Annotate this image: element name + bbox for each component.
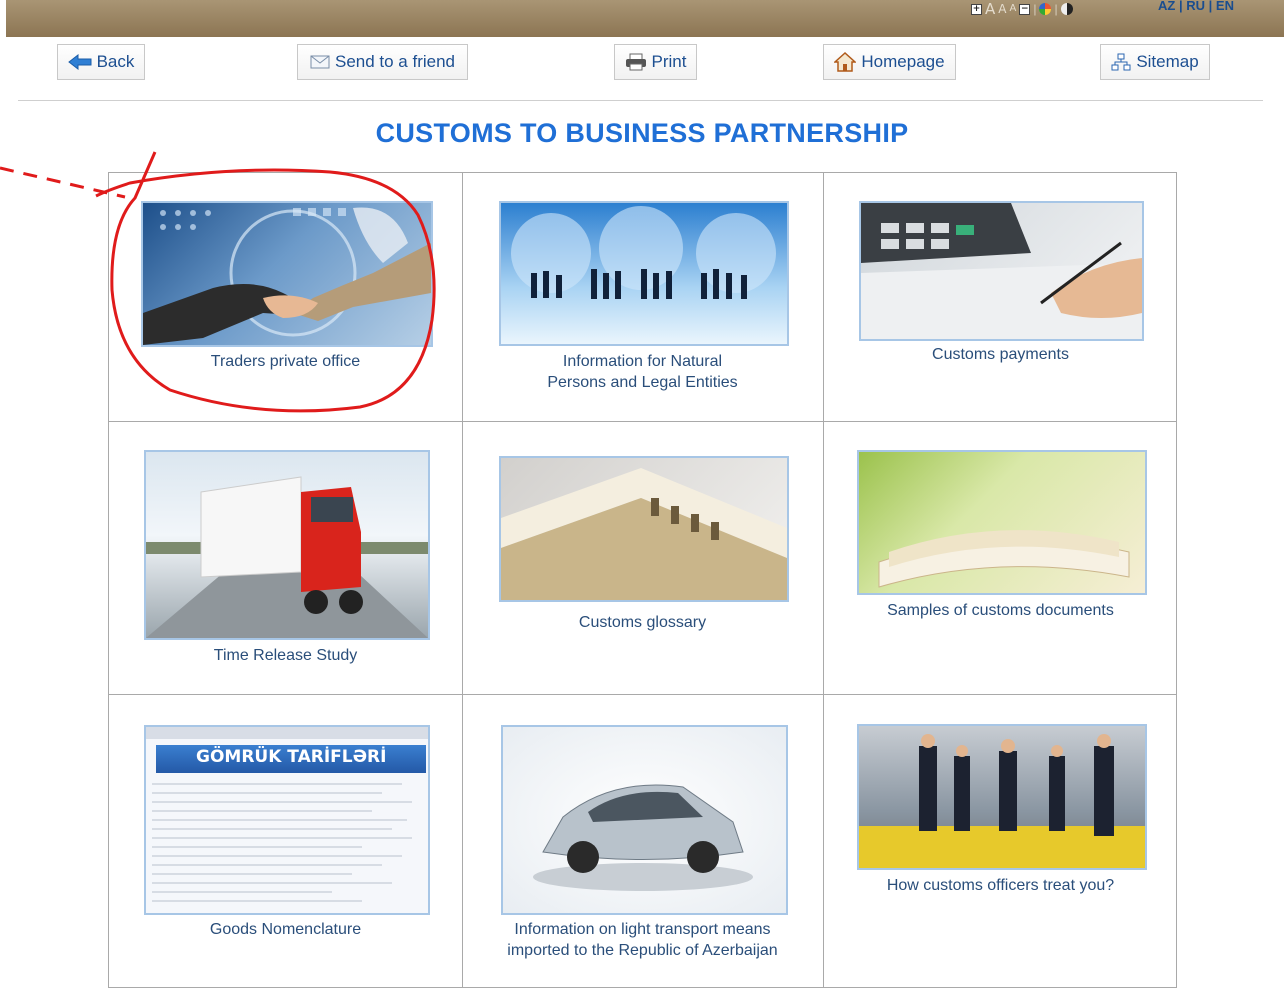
- language-ru[interactable]: RU: [1186, 0, 1205, 13]
- sitemap-icon: [1111, 53, 1131, 71]
- language-az[interactable]: AZ: [1158, 0, 1175, 13]
- send-to-friend-label: Send to a friend: [334, 52, 456, 71]
- print-button[interactable]: Print: [614, 44, 697, 80]
- send-to-friend-button[interactable]: Send to a friend: [297, 44, 468, 80]
- officers-image[interactable]: [857, 724, 1147, 870]
- print-label: Print: [651, 52, 687, 71]
- caption-line: imported to the Republic of Azerbaijan: [507, 942, 778, 959]
- arrow-left-icon: [67, 54, 92, 70]
- grid-divider: [462, 173, 463, 987]
- language-separator: |: [1178, 0, 1183, 13]
- caption-line: Information for Natural: [562, 353, 723, 370]
- gomruk-tarifleri-heading: GÖMRÜK TARİFLƏRİ: [196, 747, 387, 767]
- tile-caption: Customs glossary: [578, 614, 707, 631]
- service-grid: Traders private office Information for N…: [108, 172, 1177, 988]
- tile-caption: Samples of customs documents: [887, 602, 1114, 619]
- caption-line: Persons and Legal Entities: [547, 374, 738, 391]
- zoom-out-icon[interactable]: −: [1019, 3, 1031, 15]
- tile-caption: Customs payments: [932, 346, 1069, 363]
- book-image[interactable]: [499, 456, 789, 602]
- sitemap-label: Sitemap: [1136, 52, 1199, 71]
- language-switcher: AZ | RU | EN: [1158, 0, 1234, 13]
- house-icon: [834, 52, 857, 72]
- printer-icon: [625, 53, 646, 71]
- back-button[interactable]: Back: [57, 44, 145, 80]
- globe-network-image[interactable]: [499, 201, 789, 346]
- tile-caption: Goods Nomenclature: [209, 921, 362, 938]
- contrast-icon[interactable]: [1060, 3, 1073, 15]
- accessibility-controls: + A A A − | |: [971, 2, 1073, 17]
- divider: [18, 100, 1263, 101]
- tile-caption: Traders private office: [210, 353, 361, 370]
- homepage-button[interactable]: Homepage: [823, 44, 956, 80]
- separator: |: [1054, 2, 1058, 16]
- sitemap-button[interactable]: Sitemap: [1100, 44, 1210, 80]
- language-en[interactable]: EN: [1216, 0, 1234, 13]
- page-title: CUSTOMS TO BUSINESS PARTNERSHIP: [375, 118, 909, 148]
- color-scheme-icon[interactable]: [1039, 3, 1052, 15]
- font-size-medium[interactable]: A: [998, 2, 1006, 16]
- gomruk-tarifleri-image[interactable]: GÖMRÜK TARİFLƏRİ: [144, 725, 430, 915]
- envelope-icon: [310, 55, 330, 69]
- car-image[interactable]: [501, 725, 788, 915]
- calculator-image[interactable]: [859, 201, 1144, 341]
- annotation-dashed-arrow: [0, 166, 126, 199]
- language-separator: |: [1208, 0, 1213, 13]
- top-bar: + A A A − | | AZ | RU | EN: [6, 0, 1284, 37]
- tile-caption: Information on light transport means imp…: [462, 919, 823, 961]
- truck-image[interactable]: [144, 450, 430, 640]
- font-size-large[interactable]: A: [985, 2, 995, 17]
- grid-divider: [109, 694, 1176, 695]
- grid-divider: [823, 173, 824, 987]
- back-label: Back: [96, 52, 135, 71]
- tile-caption: Information for Natural Persons and Lega…: [462, 351, 823, 393]
- homepage-label: Homepage: [861, 52, 945, 71]
- zoom-in-icon[interactable]: +: [971, 3, 982, 15]
- grid-divider: [109, 421, 1176, 422]
- tile-caption: How customs officers treat you?: [886, 877, 1115, 894]
- font-size-small[interactable]: A: [1009, 2, 1016, 16]
- tile-caption: Time Release Study: [213, 647, 358, 664]
- handshake-image[interactable]: [141, 201, 433, 347]
- caption-line: Information on light transport means: [514, 921, 771, 938]
- documents-image[interactable]: [857, 450, 1147, 595]
- separator: |: [1033, 2, 1037, 16]
